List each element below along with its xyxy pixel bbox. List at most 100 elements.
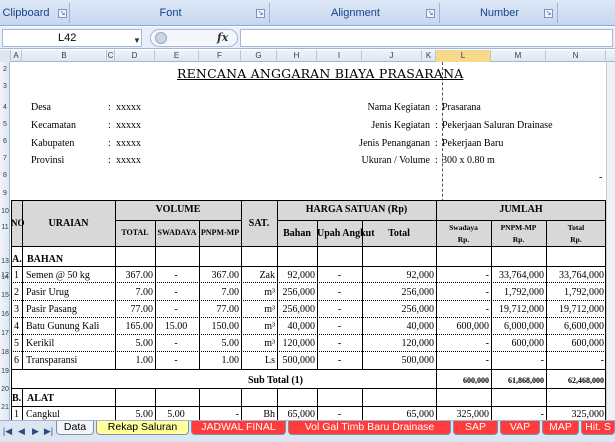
column-header-m[interactable]: M xyxy=(491,50,546,62)
header-j-total-rp: Rp. xyxy=(570,235,582,244)
cell-swadaya: - xyxy=(174,270,178,281)
cell-jtotal: 325,000 xyxy=(571,409,605,420)
row-header[interactable]: 7 xyxy=(0,155,9,162)
cell-pnpm: 150.00 xyxy=(211,321,240,332)
cell-htotal: 500,000 xyxy=(401,355,435,366)
cell-pnpm: 77.00 xyxy=(216,304,240,315)
header-bahan: Bahan xyxy=(283,228,311,239)
info-value-jenis-kegiatan: Pekerjaan Saluran Drainase xyxy=(442,120,553,131)
row-header[interactable]: 17 xyxy=(0,330,9,337)
row-header[interactable]: 15 xyxy=(0,292,9,299)
section-b-code: B. xyxy=(12,393,22,404)
cell-uraian: Semen @ 50 kg xyxy=(26,270,90,281)
prev-sheet-icon[interactable]: ◀ xyxy=(16,425,27,437)
column-header-a[interactable]: A xyxy=(11,50,22,62)
info-sep: : xyxy=(435,138,438,149)
chevron-down-icon[interactable]: ▼ xyxy=(133,33,141,49)
info-sep: : xyxy=(108,102,111,113)
column-header-g[interactable]: G xyxy=(241,50,277,62)
cell-no: 3 xyxy=(14,304,19,315)
row-header[interactable]: 6 xyxy=(0,138,9,145)
header-j-total: Total xyxy=(567,223,585,232)
cell-htotal: 256,000 xyxy=(401,304,435,315)
header-harga-satuan: HARGA SATUAN (Rp) xyxy=(305,204,408,215)
formula-cancel-icon[interactable] xyxy=(155,32,167,44)
insert-function-icon[interactable]: fx xyxy=(217,31,228,44)
tab-data[interactable]: Data xyxy=(56,421,94,435)
grid-line xyxy=(115,220,241,221)
tab-map[interactable]: MAP xyxy=(542,421,579,435)
tab-jadwal-final[interactable]: JADWAL FINAL xyxy=(191,421,286,435)
column-header-l[interactable]: L xyxy=(436,50,491,62)
cell-htotal: 256,000 xyxy=(401,287,435,298)
cell-jswadaya: - xyxy=(485,270,489,281)
column-header-e[interactable]: E xyxy=(155,50,199,62)
tab-hit-s[interactable]: Hit. S xyxy=(581,421,615,435)
sheet-tab-bar: |◀ ◀ ▶ ▶| Data Rekap Saluran JADWAL FINA… xyxy=(0,420,615,442)
tab-rekap-saluran[interactable]: Rekap Saluran xyxy=(96,421,189,435)
row-header[interactable]: 9 xyxy=(0,190,9,197)
cell-jtotal: 1,792,000 xyxy=(564,287,604,298)
cell-pnpm: 5.00 xyxy=(221,338,240,349)
column-header-n[interactable]: N xyxy=(546,50,606,62)
row-header[interactable]: 3 xyxy=(0,83,9,90)
header-vol-pnpm: PNPM-MP xyxy=(200,228,240,237)
tab-sap[interactable]: SAP xyxy=(453,421,498,435)
font-launcher-icon[interactable]: ↘ xyxy=(256,9,265,18)
next-sheet-icon[interactable]: ▶ xyxy=(30,425,41,437)
formula-input[interactable] xyxy=(240,29,613,47)
row-header[interactable]: 18 xyxy=(0,349,9,356)
alignment-group-label: Alignment xyxy=(331,7,380,19)
info-value-desa: xxxxx xyxy=(116,102,141,113)
column-header-c[interactable]: C xyxy=(107,50,115,62)
cell-total: 367.00 xyxy=(125,270,154,281)
cell-bahan: 256,000 xyxy=(282,304,316,315)
tab-vap[interactable]: VAP xyxy=(500,421,540,435)
row-header[interactable]: 19 xyxy=(0,368,9,375)
row-header[interactable]: 4 xyxy=(0,104,9,111)
row-header[interactable]: 20 xyxy=(0,386,9,393)
clipboard-launcher-icon[interactable]: ↘ xyxy=(58,9,67,18)
cell-sat: m³ xyxy=(264,287,275,298)
first-sheet-icon[interactable]: |◀ xyxy=(2,425,13,437)
row-header[interactable]: 8 xyxy=(0,172,9,179)
cell-uraian: Pasir Urug xyxy=(26,287,70,298)
grid-line xyxy=(11,369,606,370)
last-sheet-icon[interactable]: ▶| xyxy=(43,425,54,437)
row-header-bar: 2 3 4 5 6 7 8 9 10 11 12 13 14 15 16 17 … xyxy=(0,62,10,420)
info-value-jenis-penanganan: Pekerjaan Baru xyxy=(442,138,504,149)
column-header-j[interactable]: J xyxy=(362,50,422,62)
row-header[interactable]: 2 xyxy=(0,66,9,73)
column-header-h[interactable]: H xyxy=(277,50,317,62)
select-all-corner[interactable] xyxy=(0,50,11,62)
cell-jswadaya: - xyxy=(485,338,489,349)
name-box[interactable]: L42 ▼ xyxy=(2,29,142,47)
info-sep: : xyxy=(435,102,438,113)
alignment-launcher-icon[interactable]: ↘ xyxy=(426,9,435,18)
column-header-f[interactable]: F xyxy=(199,50,241,62)
worksheet-grid[interactable]: RENCANA ANGGARAN BIAYA PRASARANA Desa : … xyxy=(11,62,606,420)
row-header[interactable]: 13 xyxy=(0,258,9,265)
row-header[interactable]: 5 xyxy=(0,121,9,128)
cell-upah: - xyxy=(337,409,342,420)
cell-htotal: 120,000 xyxy=(401,338,435,349)
column-header-d[interactable]: D xyxy=(115,50,155,62)
row-header[interactable]: 11 xyxy=(0,224,9,231)
cell-no: 2 xyxy=(14,287,19,298)
info-label-jenis-penanganan: Jenis Penanganan xyxy=(359,138,430,149)
number-launcher-icon[interactable]: ↘ xyxy=(544,9,553,18)
column-header-i[interactable]: I xyxy=(317,50,362,62)
vertical-scrollbar[interactable] xyxy=(606,62,615,420)
grid-line xyxy=(22,388,23,420)
column-header-k[interactable]: K xyxy=(422,50,436,62)
column-header-b[interactable]: B xyxy=(22,50,107,62)
row-header[interactable]: 10 xyxy=(0,208,9,215)
cell-jswadaya: 600,000 xyxy=(456,321,490,332)
row-header[interactable]: 21 xyxy=(0,404,9,411)
ribbon-group-font: Font ↘ xyxy=(72,3,270,23)
name-box-value: L42 xyxy=(58,32,77,44)
row-header[interactable]: 14 xyxy=(0,274,9,281)
tab-vol-gal-timb[interactable]: Vol Gal Timb Baru Drainase xyxy=(288,421,451,435)
row-header[interactable]: 16 xyxy=(0,311,9,318)
header-jumlah: JUMLAH xyxy=(499,204,543,215)
